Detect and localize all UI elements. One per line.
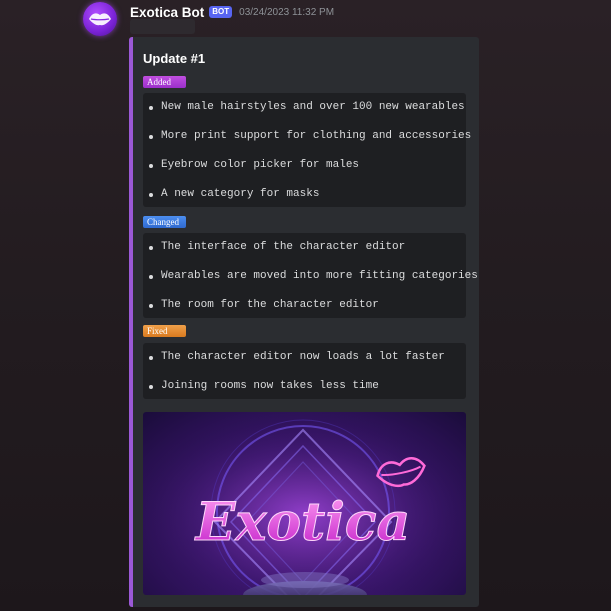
list-item: Eyebrow color picker for males [149,151,460,180]
list-item: New male hairstyles and over 100 new wea… [149,93,465,122]
banner-logo-text: Exotica [194,492,410,553]
list-item: More print support for clothing and acce… [149,122,471,151]
added-list: New male hairstyles and over 100 new wea… [143,93,471,209]
list-item: A new category for masks [149,180,460,209]
bot-avatar[interactable] [83,2,117,36]
list-item: Joining rooms now takes less time [149,372,460,401]
changed-tag: Changed [143,216,186,228]
fixed-tag: Fixed [143,325,186,337]
update-embed: Update #1 Added New male hairstyles and … [129,37,479,607]
list-item: The room for the character editor [149,291,460,320]
list-item: Wearables are moved into more fitting ca… [149,262,478,291]
list-item: The interface of the character editor [149,233,460,262]
added-tag: Added [143,76,186,88]
message-content-placeholder [130,19,195,34]
embed-title: Update #1 [143,51,206,66]
username[interactable]: Exotica Bot [130,5,204,20]
fixed-list: The character editor now loads a lot fas… [143,343,466,399]
embed-banner-image[interactable]: Exotica [143,412,466,595]
bot-badge: BOT [209,6,233,18]
list-item: The character editor now loads a lot fas… [149,343,460,372]
timestamp: 03/24/2023 11:32 PM [239,6,335,18]
lips-icon [89,13,111,26]
changed-list: The interface of the character editor We… [143,233,478,320]
